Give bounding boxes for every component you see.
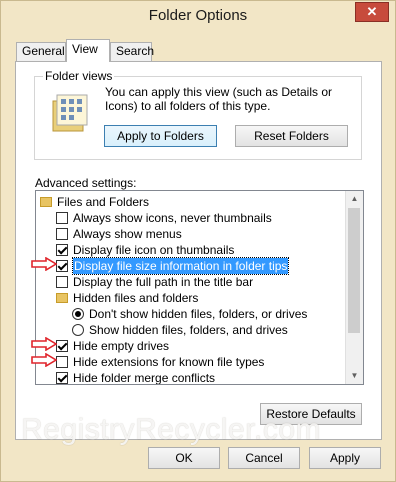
view-tab-panel: Folder views You can apply this view (su…: [15, 61, 382, 440]
tree-row-label: Show hidden files, folders, and drives: [89, 323, 288, 337]
checkbox[interactable]: [56, 260, 68, 272]
tree-row-label: Hide extensions for known file types: [73, 355, 265, 369]
tree-row: Hidden files and folders: [36, 290, 346, 306]
title-bar: Folder Options ✕: [1, 1, 395, 32]
folder-views-group: Folder views You can apply this view (su…: [34, 69, 362, 160]
checkbox[interactable]: [56, 212, 68, 224]
checkbox[interactable]: [56, 228, 68, 240]
tree-row-label: Hide folder merge conflicts: [73, 371, 216, 385]
tab-view[interactable]: View: [66, 39, 110, 62]
red-arrow-icon: [31, 257, 57, 271]
tree-row[interactable]: Don't show hidden files, folders, or dri…: [36, 306, 346, 322]
red-arrow-icon: [31, 337, 57, 351]
advanced-settings-label: Advanced settings:: [35, 176, 137, 190]
tree-row[interactable]: Hide folder merge conflicts: [36, 370, 346, 385]
tree-row[interactable]: Display the full path in the title bar: [36, 274, 346, 290]
tree-row-label: Always show icons, never thumbnails: [73, 211, 272, 225]
advanced-settings-tree[interactable]: Files and Folders Always show icons, neve…: [35, 190, 364, 385]
tree-row-label: Display the full path in the title bar: [73, 275, 254, 289]
folder-options-dialog: Folder Options ✕ General View Search Fol…: [0, 0, 396, 482]
scroll-thumb[interactable]: [348, 208, 360, 333]
tree-row[interactable]: Hide extensions for known file types: [36, 354, 346, 370]
checkbox[interactable]: [56, 372, 68, 384]
tree-row[interactable]: Show hidden files, folders, and drives: [36, 322, 346, 338]
radio-button[interactable]: [72, 324, 84, 336]
checkbox[interactable]: [56, 340, 68, 352]
close-button[interactable]: ✕: [355, 2, 389, 22]
tree-row[interactable]: Display file icon on thumbnails: [36, 242, 346, 258]
checkbox[interactable]: [56, 244, 68, 256]
scroll-down-arrow-icon[interactable]: ▼: [346, 368, 363, 384]
watermark: RegistryRecycler.com: [21, 413, 322, 446]
tree-row-label: Files and Folders: [57, 195, 150, 209]
checkbox[interactable]: [56, 356, 68, 368]
apply-button[interactable]: Apply: [309, 447, 381, 469]
red-arrow-icon: [31, 353, 57, 367]
tree-row-label: Display file icon on thumbnails: [73, 243, 235, 257]
tree-row[interactable]: Always show icons, never thumbnails: [36, 210, 346, 226]
folder-icon: [56, 293, 68, 303]
apply-to-folders-button[interactable]: Apply to Folders: [104, 125, 217, 147]
tree-row: Files and Folders: [36, 194, 346, 210]
tree-row[interactable]: Always show menus: [36, 226, 346, 242]
window-title: Folder Options: [148, 7, 248, 24]
tree-row-label: Don't show hidden files, folders, or dri…: [89, 307, 308, 321]
folder-views-description: You can apply this view (such as Details…: [105, 85, 333, 113]
radio-button[interactable]: [72, 308, 84, 320]
tree-row[interactable]: Hide empty drives: [36, 338, 346, 354]
tree-row-label: Always show menus: [73, 227, 182, 241]
cancel-button[interactable]: Cancel: [228, 447, 300, 469]
tree-row-label: Hide empty drives: [73, 339, 170, 353]
tree-row-label: Hidden files and folders: [73, 291, 199, 305]
tree-row[interactable]: Display file size information in folder …: [36, 257, 346, 275]
reset-folders-button[interactable]: Reset Folders: [235, 125, 348, 147]
tab-general[interactable]: General: [16, 42, 66, 61]
folder-views-label: Folder views: [43, 69, 115, 83]
tab-search[interactable]: Search: [110, 42, 154, 61]
folder-views-icon: [52, 94, 88, 132]
ok-button[interactable]: OK: [148, 447, 220, 469]
scroll-up-arrow-icon[interactable]: ▲: [346, 191, 363, 207]
tree-row-label: Display file size information in folder …: [71, 257, 290, 275]
checkbox[interactable]: [56, 276, 68, 288]
folder-icon: [40, 197, 52, 207]
tree-scrollbar[interactable]: ▲ ▼: [345, 191, 363, 384]
